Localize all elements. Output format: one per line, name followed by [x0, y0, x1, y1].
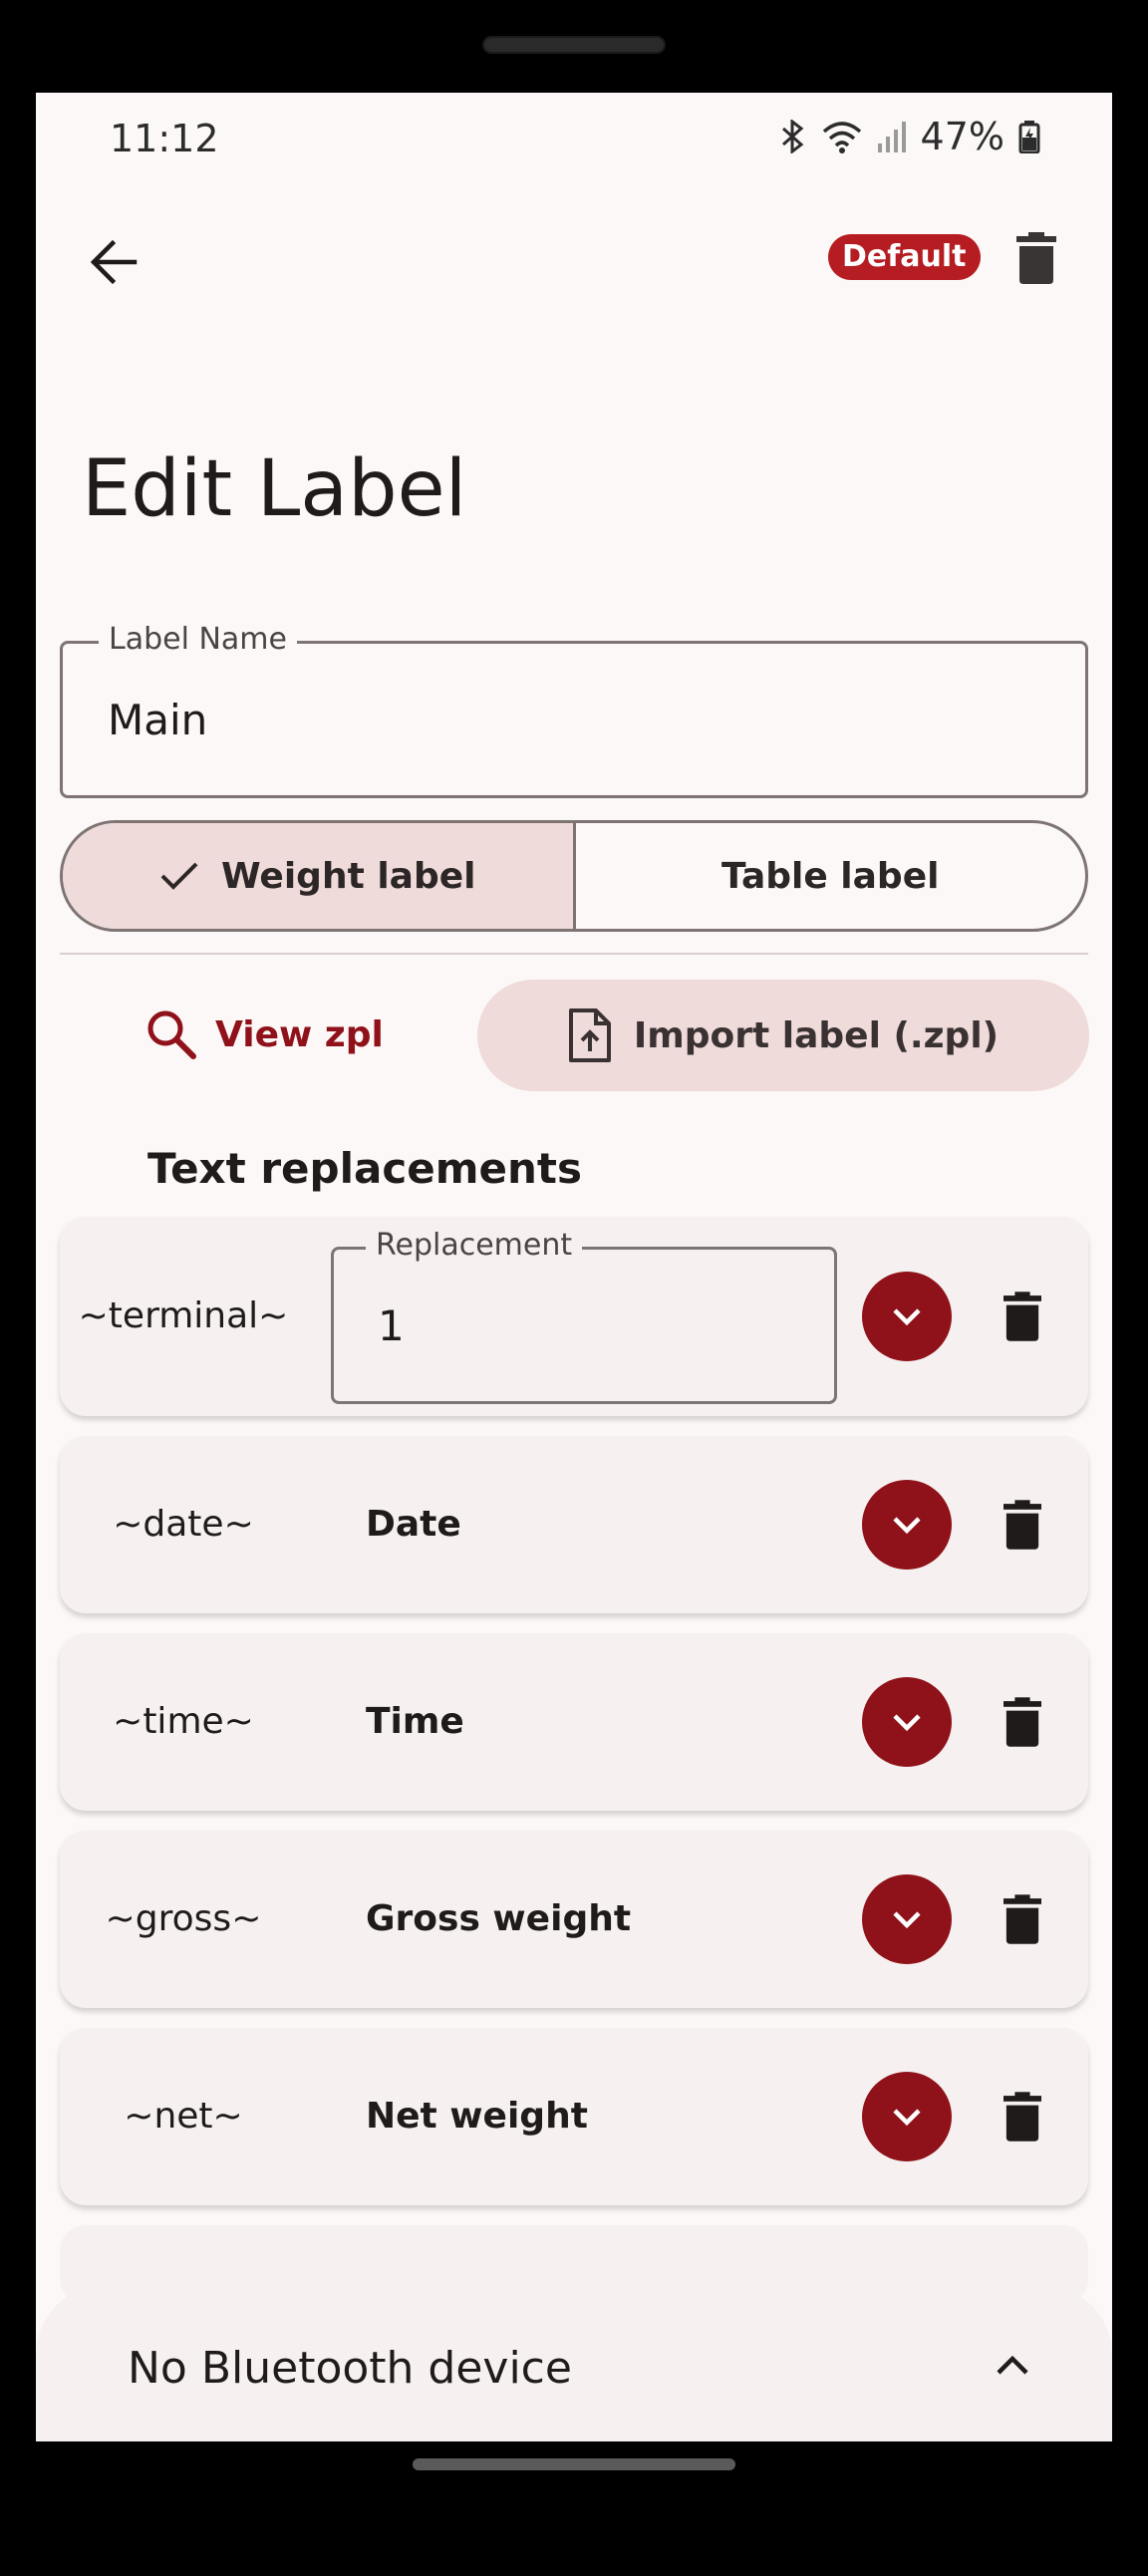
view-zpl-label: View zpl — [215, 1013, 384, 1055]
replacement-input[interactable]: Replacement 1 — [331, 1228, 837, 1404]
check-icon — [160, 862, 198, 890]
replacement-desc: Net weight — [366, 2096, 588, 2137]
replacement-dropdown-button[interactable] — [862, 1874, 952, 1964]
status-icons: 47% — [779, 115, 1040, 158]
replacement-card-time: ~time~ Time — [60, 1633, 1088, 1811]
replacement-key: ~terminal~ — [78, 1295, 289, 1336]
signal-icon — [877, 122, 906, 152]
search-icon — [147, 1010, 196, 1059]
chevron-down-icon — [893, 1714, 921, 1732]
battery-icon — [1018, 121, 1040, 153]
replacement-input-label: Replacement — [366, 1228, 583, 1263]
chevron-up-icon — [997, 2355, 1028, 2375]
label-name-value: Main — [108, 696, 208, 744]
trash-icon — [1004, 1894, 1041, 1944]
trash-icon — [1016, 232, 1056, 284]
phone-speaker — [482, 36, 666, 54]
chevron-down-icon — [893, 1911, 921, 1929]
table-label-text: Table label — [721, 855, 940, 897]
battery-percent: 47% — [920, 115, 1004, 158]
delete-replacement-button[interactable] — [991, 1887, 1054, 1951]
status-bar: 11:12 47% — [36, 93, 1112, 182]
divider — [60, 953, 1088, 955]
wifi-icon — [822, 122, 861, 153]
screen: 11:12 47% Default Edit Label Label Name … — [36, 93, 1112, 2441]
chevron-down-icon — [893, 1517, 921, 1535]
status-time: 11:12 — [110, 117, 219, 160]
replacement-card-date: ~date~ Date — [60, 1436, 1088, 1613]
trash-icon — [1004, 2092, 1041, 2142]
delete-replacement-button[interactable] — [991, 1690, 1054, 1754]
bluetooth-bottom-sheet[interactable]: No Bluetooth device — [36, 2285, 1112, 2441]
replacement-key: ~gross~ — [105, 1898, 262, 1939]
replacement-card-gross: ~gross~ Gross weight — [60, 1831, 1088, 2008]
chevron-down-icon — [893, 1308, 921, 1326]
delete-replacement-button[interactable] — [991, 2085, 1054, 2148]
text-replacements-title: Text replacements — [147, 1144, 582, 1193]
replacement-input-value: 1 — [378, 1301, 405, 1350]
bluetooth-status-text: No Bluetooth device — [128, 2343, 572, 2394]
default-badge: Default — [828, 234, 981, 280]
table-label-segment[interactable]: Table label — [576, 823, 1086, 929]
delete-replacement-button[interactable] — [991, 1285, 1054, 1348]
trash-icon — [1004, 1697, 1041, 1747]
replacement-desc: Gross weight — [366, 1898, 632, 1939]
app-bar: Default — [36, 212, 1112, 312]
file-upload-icon — [568, 1008, 611, 1062]
back-button[interactable] — [82, 230, 145, 294]
delete-label-button[interactable] — [1006, 226, 1066, 290]
label-name-label: Label Name — [99, 622, 297, 657]
import-label-text: Import label (.zpl) — [633, 1014, 1000, 1056]
replacement-dropdown-button[interactable] — [862, 2072, 952, 2161]
page-title: Edit Label — [82, 444, 467, 534]
replacement-dropdown-button[interactable] — [862, 1272, 952, 1361]
chevron-down-icon — [893, 2109, 921, 2127]
expand-sheet-button[interactable] — [983, 2335, 1042, 2395]
replacement-desc: Time — [366, 1701, 464, 1742]
back-arrow-icon — [90, 239, 138, 285]
import-label-button[interactable]: Import label (.zpl) — [477, 980, 1089, 1091]
view-zpl-button[interactable]: View zpl — [145, 980, 384, 1089]
replacement-dropdown-button[interactable] — [862, 1677, 952, 1767]
delete-replacement-button[interactable] — [991, 1493, 1054, 1557]
replacement-key: ~net~ — [124, 2096, 243, 2137]
replacement-card-net: ~net~ Net weight — [60, 2028, 1088, 2205]
label-name-field[interactable]: Label Name Main — [60, 622, 1088, 798]
replacement-key: ~time~ — [113, 1701, 254, 1742]
home-indicator[interactable] — [413, 2458, 735, 2470]
replacement-key: ~date~ — [113, 1504, 254, 1545]
label-type-segmented: Weight label Table label — [60, 820, 1088, 932]
weight-label-text: Weight label — [221, 855, 476, 897]
weight-label-segment[interactable]: Weight label — [63, 823, 576, 929]
trash-icon — [1004, 1500, 1041, 1550]
replacement-card-terminal: ~terminal~ Replacement 1 — [60, 1217, 1088, 1416]
replacement-dropdown-button[interactable] — [862, 1480, 952, 1570]
bluetooth-icon — [781, 120, 803, 153]
trash-icon — [1004, 1291, 1041, 1341]
replacement-desc: Date — [366, 1504, 461, 1545]
